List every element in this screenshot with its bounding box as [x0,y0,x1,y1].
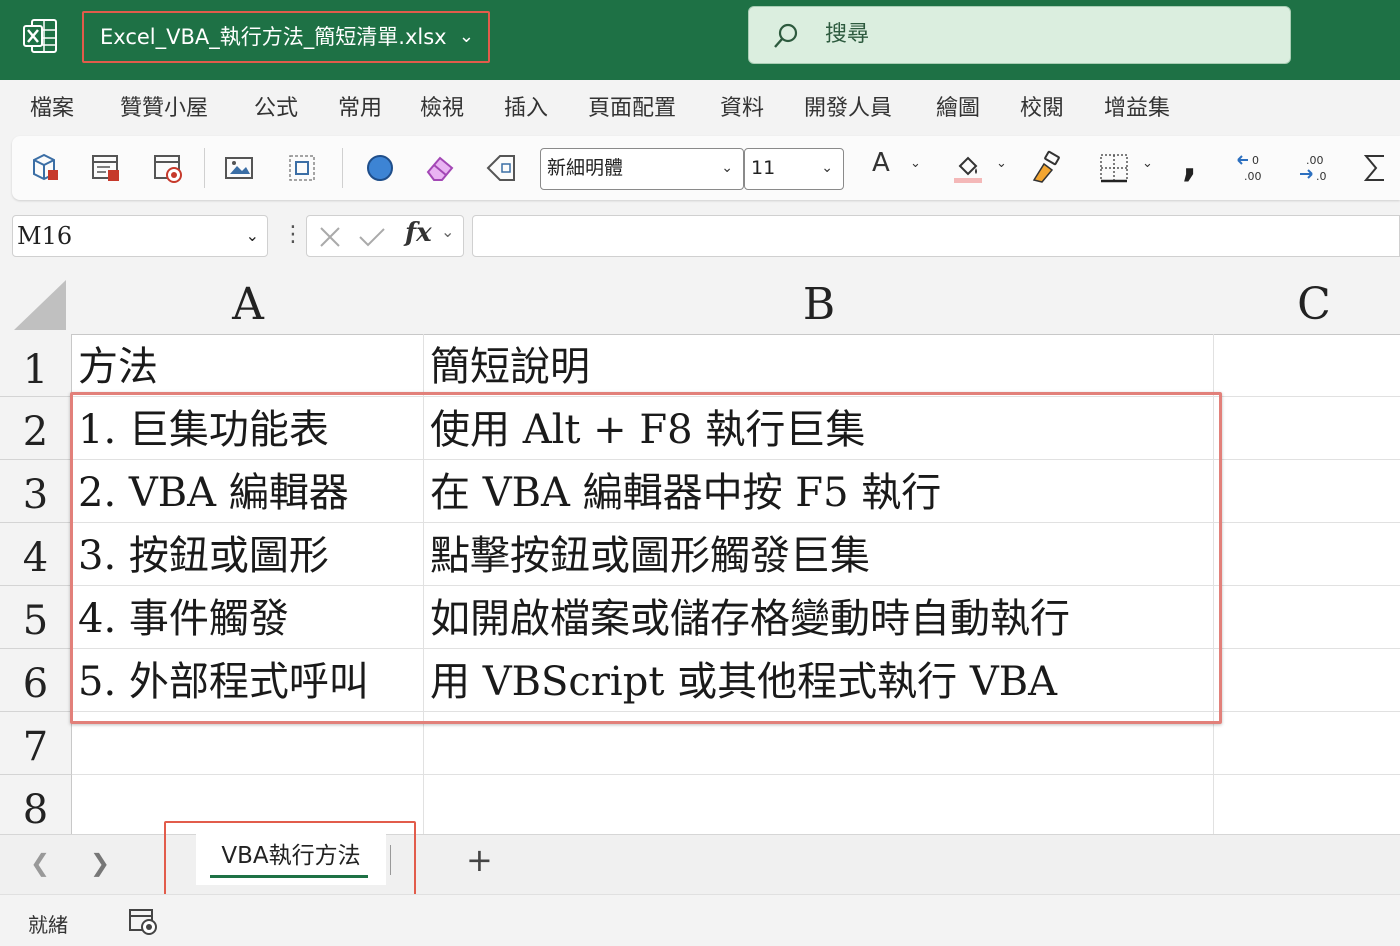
cell-c6[interactable] [1214,649,1400,712]
select-all-icon [14,280,66,330]
font-size-value: 11 [751,157,776,179]
chevron-down-icon: ⌄ [721,160,733,176]
row-header[interactable]: 1 [0,334,72,397]
chevron-right-icon[interactable]: ❯ [90,849,110,877]
ribbon-toolbar: 新細明體 ⌄ 11 ⌄ A ⌄ ⌄ ⌄ , 0 .00 .00 .0 [12,136,1400,200]
select-all-corner[interactable] [0,272,73,335]
column-header-b[interactable]: B [424,272,1215,335]
excel-logo-icon[interactable] [22,18,58,54]
status-bar: 就緒 [0,894,1400,946]
search-input[interactable]: 搜尋 [748,6,1291,64]
format-painter-icon[interactable] [1028,150,1064,186]
ribbon-divider [342,148,343,188]
chevron-down-icon[interactable]: ⌄ [910,156,921,171]
svg-text:.0: .0 [1316,170,1327,183]
row-header[interactable]: 8 [0,775,72,834]
column-header-c[interactable]: C [1214,272,1400,335]
record-macro-icon[interactable] [88,150,124,186]
name-box-value: M16 [17,222,73,250]
chevron-down-icon[interactable]: ⌄ [996,156,1007,171]
row-header[interactable]: 5 [0,586,72,649]
svg-text:.00: .00 [1306,154,1324,167]
tab-formulas[interactable]: 公式 [254,90,298,122]
shapes-icon[interactable] [222,150,258,186]
macro-recording-icon[interactable] [128,907,158,935]
chevron-down-icon: ⌄ [821,160,833,176]
chevron-down-icon[interactable]: ⌄ [441,222,454,241]
more-options-icon[interactable]: ⋮ [282,218,304,254]
tab-view[interactable]: 檢視 [420,90,464,122]
comma-style-icon[interactable]: , [1182,140,1197,186]
cell-c1[interactable] [1214,334,1400,397]
sheet-tab-label: VBA執行方法 [221,843,361,869]
svg-text:0: 0 [1252,154,1259,167]
font-name-select[interactable]: 新細明體 ⌄ [540,148,744,190]
ribbon-tabs: 檔案 贊贊小屋 公式 常用 檢視 插入 頁面配置 資料 開發人員 繪圖 校閱 增… [0,80,1400,132]
add-sheet-button[interactable]: + [466,841,493,879]
cancel-icon[interactable] [317,224,343,250]
eraser-icon[interactable] [422,150,458,186]
cell-c8[interactable] [1214,775,1400,834]
column-header-a[interactable]: A [72,272,425,335]
formula-buttons: fx ⌄ [306,215,464,257]
sheet-tab-bar: ❮ ❯ VBA執行方法 + [0,821,1400,903]
font-color-icon[interactable]: A [872,148,890,178]
cell-b1[interactable]: 簡短說明 [424,334,1214,397]
row-header[interactable]: 3 [0,460,72,523]
search-icon [774,23,798,48]
chevron-down-icon[interactable]: ⌄ [1142,156,1153,171]
cell-c7[interactable] [1214,712,1400,775]
status-text: 就緒 [28,913,68,937]
macro-security-icon[interactable] [150,150,186,186]
chevron-left-icon[interactable]: ❮ [30,849,50,877]
tab-custom[interactable]: 贊贊小屋 [120,90,208,122]
name-box[interactable]: M16 ⌄ [12,215,268,257]
cell-c2[interactable] [1214,397,1400,460]
tab-add-ins[interactable]: 增益集 [1104,90,1170,122]
circle-shape-icon[interactable] [362,150,398,186]
row-header[interactable]: 4 [0,523,72,586]
increase-decimal-icon[interactable]: .00 .0 [1296,150,1332,186]
autosum-icon[interactable] [1358,150,1394,186]
svg-text:.00: .00 [1244,170,1262,183]
borders-icon[interactable] [1096,150,1132,186]
tab-developer[interactable]: 開發人員 [804,90,892,122]
font-name-value: 新細明體 [547,157,624,179]
chevron-down-icon: ⌄ [458,26,474,47]
3d-models-icon[interactable] [26,150,62,186]
tab-page-layout[interactable]: 頁面配置 [588,90,676,122]
file-name-label: Excel_VBA_執行方法_簡短清單.xlsx [100,25,447,49]
search-placeholder: 搜尋 [825,22,870,47]
file-name-dropdown[interactable]: Excel_VBA_執行方法_簡短清單.xlsx ⌄ [82,11,490,63]
decrease-decimal-icon[interactable]: 0 .00 [1234,150,1270,186]
tag-icon[interactable] [484,150,520,186]
select-objects-icon[interactable] [284,150,320,186]
row-header[interactable]: 6 [0,649,72,712]
font-size-select[interactable]: 11 ⌄ [744,148,844,190]
highlight-box [70,392,1222,724]
enter-icon[interactable] [357,224,387,250]
tab-draw[interactable]: 繪圖 [936,90,980,122]
tab-home[interactable]: 常用 [338,90,382,122]
row-header[interactable]: 7 [0,712,72,775]
row-header[interactable]: 2 [0,397,72,460]
fill-color-icon[interactable] [950,150,986,186]
cell-c3[interactable] [1214,460,1400,523]
tab-insert[interactable]: 插入 [504,90,548,122]
cell-c5[interactable] [1214,586,1400,649]
chevron-down-icon: ⌄ [245,226,259,245]
formula-input[interactable] [472,215,1400,257]
tab-review[interactable]: 校閱 [1020,90,1064,122]
cell-c4[interactable] [1214,523,1400,586]
tab-data[interactable]: 資料 [720,90,764,122]
insert-function-icon[interactable]: fx [405,218,432,248]
cell-a1[interactable]: 方法 [72,334,424,397]
tab-file[interactable]: 檔案 [30,90,74,122]
active-tab-indicator [210,875,368,878]
worksheet-grid: A B C 1 方法 簡短說明 2 1. 巨集功能表 使用 Alt + F8 執… [0,272,1400,834]
tab-divider [390,845,391,875]
ribbon-divider [204,148,205,188]
title-bar: Excel_VBA_執行方法_簡短清單.xlsx ⌄ 搜尋 [0,0,1400,80]
cell-b8[interactable] [424,775,1214,834]
